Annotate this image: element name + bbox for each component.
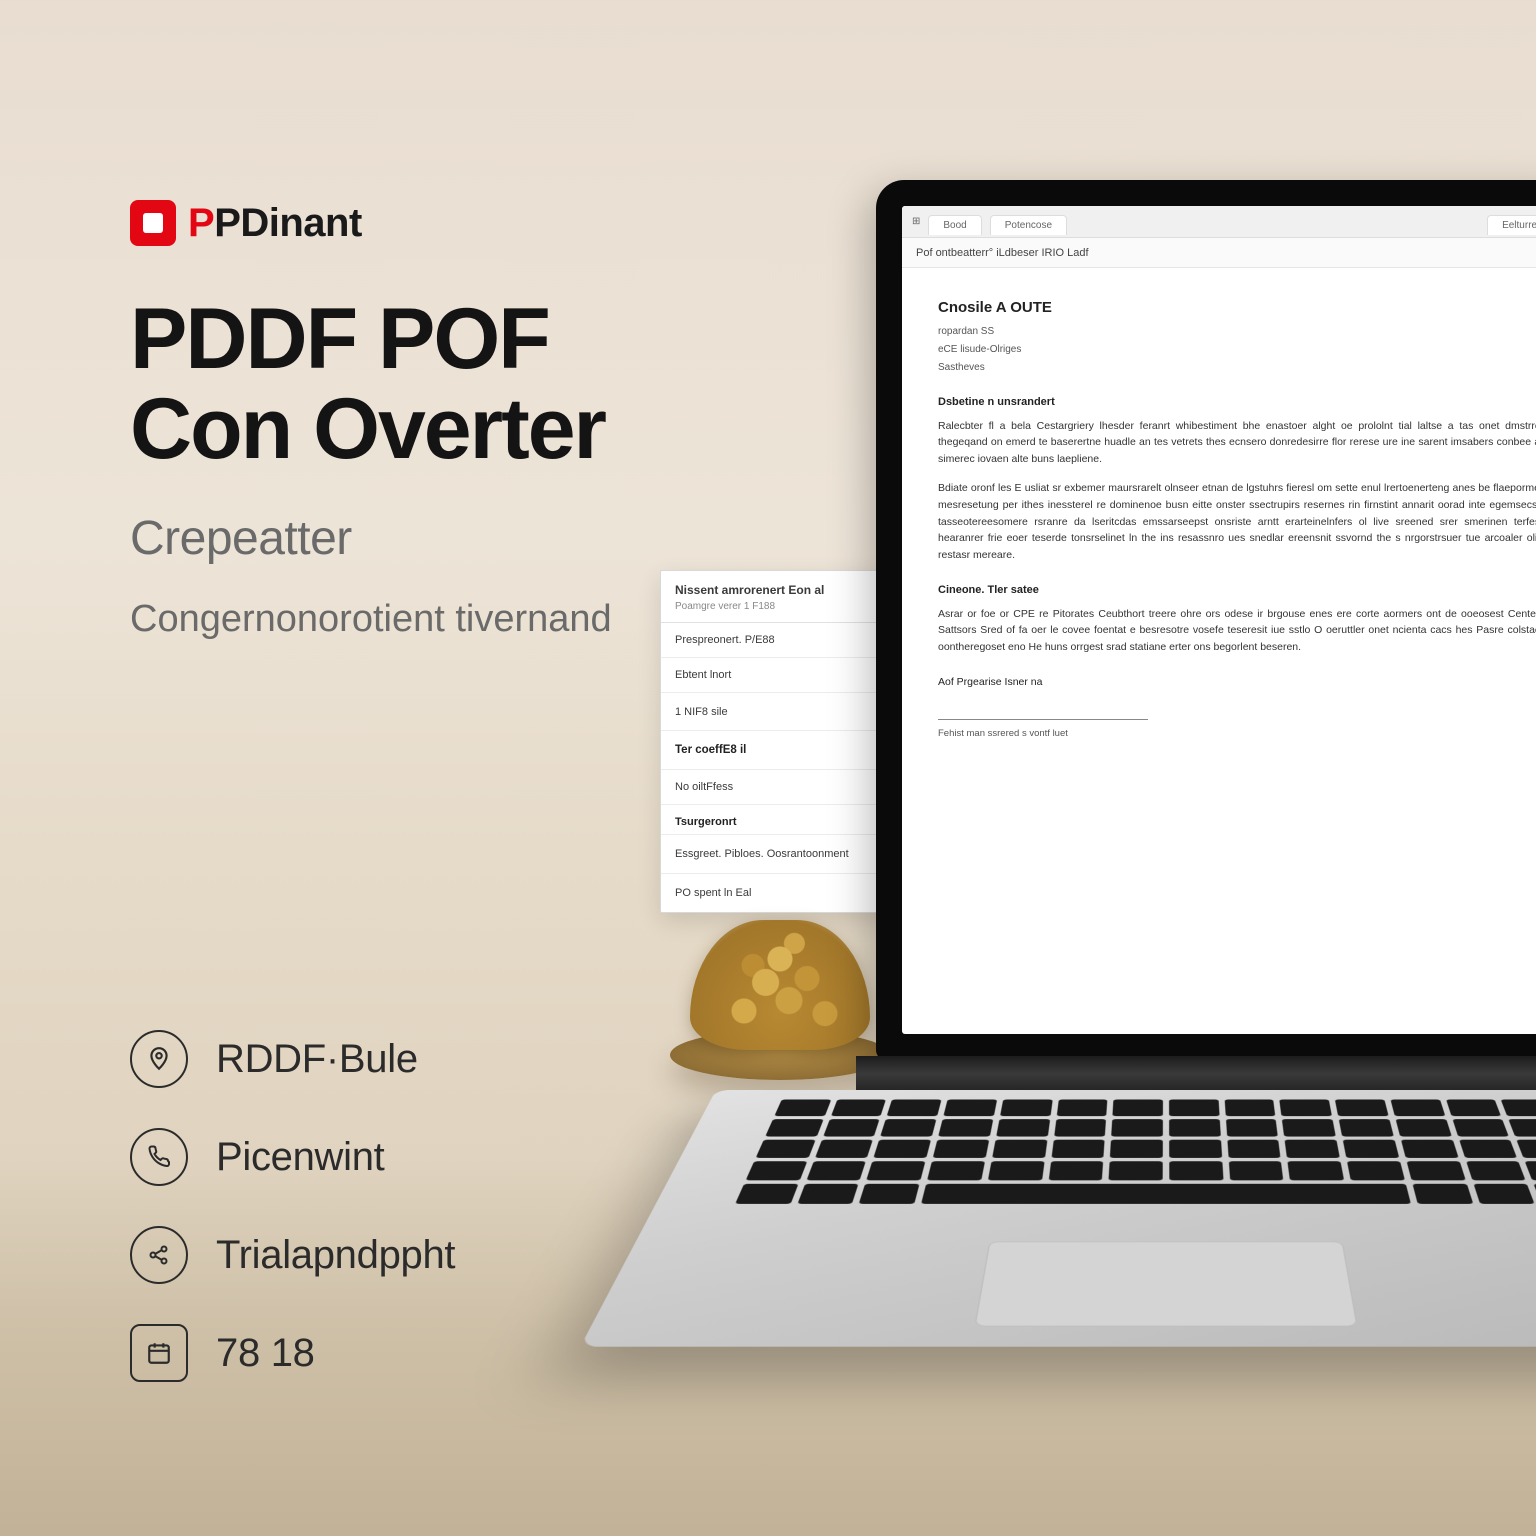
doc-meta: Sastheves bbox=[938, 360, 1536, 376]
doc-section-title: Dsbetine n unsrandert bbox=[938, 394, 1536, 412]
laptop-image: ⊞ Bood Potencose Eelturre20t Pof ontbeat… bbox=[756, 180, 1536, 1480]
doc-paragraph: Bdiate oronf les E usliat sr exbemer mau… bbox=[938, 480, 1536, 564]
settings-row-label: PO spent ln Eal bbox=[675, 887, 751, 899]
toolbar-title: Pof ontbeatterr° iLdbeser IRIO Ladf bbox=[916, 247, 1089, 259]
feature-item: Trialapndppht bbox=[130, 1226, 455, 1284]
doc-heading: Cnosile A OUTE bbox=[938, 296, 1536, 320]
brand-logo-icon bbox=[130, 200, 176, 246]
doc-meta: ropardan SS bbox=[938, 324, 1536, 340]
brand-name: PPDinant bbox=[188, 201, 362, 246]
calendar-icon bbox=[130, 1324, 188, 1382]
doc-paragraph: Asrar or foe or CPE re Pitorates Ceubtho… bbox=[938, 606, 1536, 656]
feature-list: RDDF·Bule Picenwint Trialapndppht 78 18 bbox=[130, 1030, 455, 1382]
document-toolbar: Pof ontbeatterr° iLdbeser IRIO Ladf ⋯ bbox=[902, 238, 1536, 268]
feature-label: Trialapndppht bbox=[216, 1233, 455, 1278]
doc-section-title: Cineone. Tler satee bbox=[938, 582, 1536, 600]
window-controls-icon: ⊞ bbox=[912, 216, 920, 227]
doc-paragraph: Ralecbter fl a bela Cestargriery lhesder… bbox=[938, 418, 1536, 468]
settings-row-label: 1 NIF8 sile bbox=[675, 706, 728, 718]
doc-signature-label: Aof Prgearise Isner na bbox=[938, 674, 1536, 691]
settings-row-label: Ebtent lnort bbox=[675, 669, 731, 681]
feature-item: Picenwint bbox=[130, 1128, 455, 1186]
settings-row-label: No oiltFfess bbox=[675, 781, 733, 793]
phone-icon bbox=[130, 1128, 188, 1186]
hero-tagline: Congernonorotient tivernand bbox=[130, 594, 650, 645]
browser-tab-bar: ⊞ Bood Potencose Eelturre20t bbox=[902, 206, 1536, 238]
brand-name-text: PDinant bbox=[214, 201, 362, 245]
laptop-deck bbox=[580, 1090, 1536, 1347]
headline-line-1: PDDF POF bbox=[130, 291, 549, 387]
laptop-screen-bezel: ⊞ Bood Potencose Eelturre20t Pof ontbeat… bbox=[876, 180, 1536, 1060]
laptop-screen: ⊞ Bood Potencose Eelturre20t Pof ontbeat… bbox=[902, 206, 1536, 1034]
hero-subhead: Crepeatter bbox=[130, 511, 750, 566]
brand-lockup: PPDinant bbox=[130, 200, 750, 246]
doc-meta: eCE lisude-Olriges bbox=[938, 342, 1536, 358]
feature-item: RDDF·Bule bbox=[130, 1030, 455, 1088]
hero-headline: PDDF POF Con Overter bbox=[130, 294, 750, 475]
headline-line-2: Con Overter bbox=[130, 381, 605, 477]
feature-label: RDDF·Bule bbox=[216, 1037, 418, 1082]
feature-label: Picenwint bbox=[216, 1135, 385, 1180]
laptop-trackpad bbox=[974, 1242, 1357, 1327]
document-body: Cnosile A OUTE ropardan SS eCE lisude-Ol… bbox=[902, 268, 1536, 1034]
signature-line bbox=[938, 719, 1148, 720]
pin-icon bbox=[130, 1030, 188, 1088]
browser-tab[interactable]: Potencose bbox=[990, 215, 1067, 235]
feature-label: 78 18 bbox=[216, 1331, 315, 1376]
laptop-keyboard bbox=[728, 1099, 1536, 1219]
settings-row-label: Ter coeffE8 il bbox=[675, 744, 746, 756]
browser-tab[interactable]: Eelturre20t bbox=[1487, 215, 1536, 235]
doc-footer-text: Fehist man ssrered s vontf luet bbox=[938, 726, 1536, 741]
share-nodes-icon bbox=[130, 1226, 188, 1284]
browser-tab[interactable]: Bood bbox=[928, 215, 981, 235]
hero-panel: PPDinant PDDF POF Con Overter Crepeatter… bbox=[130, 200, 750, 645]
feature-item: 78 18 bbox=[130, 1324, 455, 1382]
